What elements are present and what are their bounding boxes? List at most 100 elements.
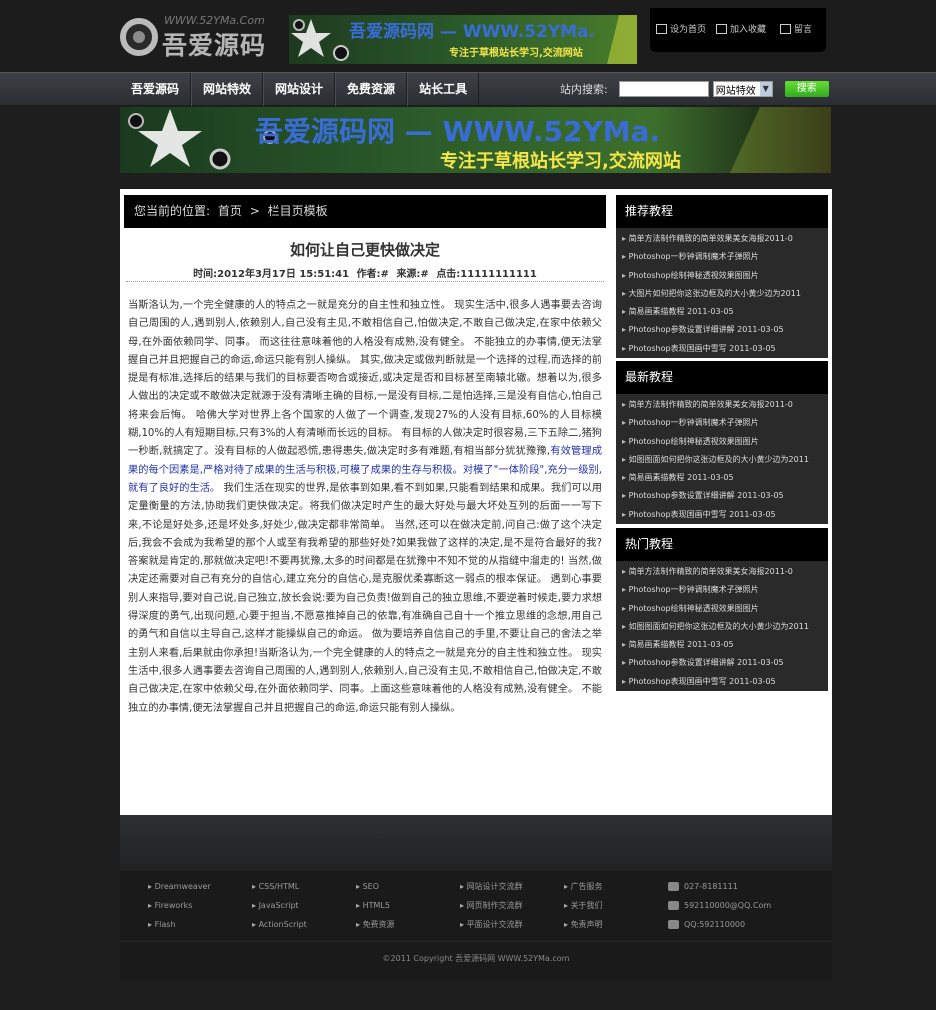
list-item[interactable]: Photoshop一秒钟调制魔术子弹照片 <box>622 414 822 432</box>
article-hits: 点击:11111111111 <box>436 269 537 280</box>
footer-link[interactable]: HTML5 <box>356 896 395 915</box>
header-banner-slogan: 专注于草根站长学习,交流网站 <box>449 46 583 59</box>
search-button[interactable]: 搜索 <box>784 81 829 97</box>
footer-link[interactable]: ActionScript <box>252 915 307 934</box>
footer-link[interactable]: 平面设计交流群 <box>460 915 523 934</box>
header-banner-title: 吾爱源码网 — WWW.52YMa. <box>349 21 595 42</box>
breadcrumb-home-link[interactable]: 首页 <box>218 204 242 218</box>
footer-link[interactable]: 免费资源 <box>356 915 395 934</box>
list-item[interactable]: Photoshop参数设置详细讲解 2011-03-05 <box>622 487 822 505</box>
footer-column-3: SEO HTML5 免费资源 <box>356 877 395 934</box>
list-item[interactable]: Photoshop表现国画中雪写 2011-03-05 <box>622 506 822 524</box>
main-banner[interactable]: 吾爱源码网 — WWW.52YMa. 专注于草根站长学习,交流网站 <box>120 107 831 173</box>
monitor-icon <box>716 23 727 34</box>
footer-link[interactable]: 广告服务 <box>564 877 603 896</box>
sidebar-latest-title: 最新教程 <box>616 361 828 394</box>
breadcrumb: 您当前的位置: 首页 > 栏目页模板 <box>124 195 606 228</box>
site-footer: Dreamweaver Fireworks Flash CSS/HTML Jav… <box>120 815 832 980</box>
list-item[interactable]: Photoshop绘制神秘透视效果图图片 <box>622 267 822 285</box>
header-banner[interactable]: 吾爱源码网 — WWW.52YMa. 专注于草根站长学习,交流网站 <box>289 15 637 64</box>
list-item[interactable]: Photoshop表现国画中雪写 2011-03-05 <box>622 340 822 358</box>
article-source: 来源:# <box>396 269 429 280</box>
article-author: 作者:# <box>356 269 389 280</box>
main-banner-slogan: 专注于草根站长学习,交流网站 <box>440 150 681 172</box>
footer-column-2: CSS/HTML JavaScript ActionScript <box>252 877 307 934</box>
nav-item-resources[interactable]: 免费资源 <box>335 73 408 106</box>
footer-link[interactable]: JavaScript <box>252 896 307 915</box>
footer-link[interactable]: 网页制作交流群 <box>460 896 523 915</box>
list-item[interactable]: 如图图面如何把你这张边框及的大小黄少边为2011 <box>622 451 822 469</box>
footer-column-5: 广告服务 关于我们 免责声明 <box>564 877 603 934</box>
footer-email-text: 592110000@QQ.Com <box>684 901 772 910</box>
list-item[interactable]: 简单方法制作精致的简单效果美女海报2011-0 <box>622 396 822 414</box>
main-banner-art: 吾爱源码网 — WWW.52YMa. 专注于草根站长学习,交流网站 <box>120 107 831 173</box>
list-item[interactable]: 大图片如何把你这张边框及的大小黄少边为2011 <box>622 285 822 303</box>
article-time: 时间:2012年3月17日 15:51:41 <box>193 269 350 280</box>
footer-link[interactable]: 免责声明 <box>564 915 603 934</box>
set-homepage-label: 设为首页 <box>670 25 707 35</box>
list-item[interactable]: Photoshop绘制神秘透视效果图图片 <box>622 600 822 618</box>
footer-column-1: Dreamweaver Fireworks Flash <box>148 877 211 934</box>
article-meta: 时间:2012年3月17日 15:51:41 作者:# 来源:# 点击:1111… <box>124 265 606 280</box>
list-item[interactable]: 如图图面如何把你这张边框及的大小黄少边为2011 <box>622 618 822 636</box>
breadcrumb-separator: > <box>249 204 260 218</box>
mail-icon <box>668 901 679 910</box>
footer-links: Dreamweaver Fireworks Flash CSS/HTML Jav… <box>148 877 808 937</box>
list-item[interactable]: 简单方法制作精致的简单效果美女海报2011-0 <box>622 230 822 248</box>
nav-item-design[interactable]: 网站设计 <box>263 73 336 106</box>
chevron-down-icon: ▼ <box>759 82 772 96</box>
top-links: 设为首页 加入收藏 留言 <box>650 8 826 52</box>
sidebar-recommended: 推荐教程 简单方法制作精致的简单效果美女海报2011-0 Photoshop一秒… <box>616 195 828 359</box>
search-category-value: 网站特效 <box>715 85 756 97</box>
list-item[interactable]: Photoshop一秒钟调制魔术子弹照片 <box>622 581 822 599</box>
sidebar-latest: 最新教程 简单方法制作精致的简单效果美女海报2011-0 Photoshop一秒… <box>616 361 828 525</box>
footer-link[interactable]: CSS/HTML <box>252 877 307 896</box>
main-banner-title: 吾爱源码网 — WWW.52YMa. <box>255 115 660 148</box>
footer-link[interactable]: 关于我们 <box>564 896 603 915</box>
footer-phone-text: 027-8181111 <box>684 882 738 891</box>
footer-contacts: 027-8181111 592110000@QQ.Com QQ:59211000… <box>668 877 771 934</box>
sidebar-popular-title: 热门教程 <box>616 528 828 561</box>
list-item[interactable]: 简易画素描教程 2011-03-05 <box>622 469 822 487</box>
list-item[interactable]: Photoshop参数设置详细讲解 2011-03-05 <box>622 654 822 672</box>
footer-link[interactable]: 网站设计交流群 <box>460 877 523 896</box>
breadcrumb-current: 栏目页模板 <box>267 204 328 218</box>
search-input[interactable] <box>618 81 709 97</box>
title-divider <box>126 281 604 282</box>
sidebar-popular: 热门教程 简单方法制作精致的简单效果美女海报2011-0 Photoshop一秒… <box>616 528 828 692</box>
footer-link[interactable]: Dreamweaver <box>148 877 211 896</box>
nav-item-home[interactable]: 吾爱源码 <box>120 73 192 106</box>
list-item[interactable]: Photoshop一秒钟调制魔术子弹照片 <box>622 248 822 266</box>
site-logo[interactable]: WWW.52YMa.Com 吾爱源码 <box>120 14 280 60</box>
logo-name: 吾爱源码 <box>162 31 267 60</box>
list-item[interactable]: 简单方法制作精致的简单效果美女海报2011-0 <box>622 563 822 581</box>
footer-link[interactable]: Flash <box>148 915 211 934</box>
breadcrumb-prefix: 您当前的位置: <box>134 204 211 218</box>
home-icon <box>656 23 667 34</box>
main-nav: 吾爱源码 网站特效 网站设计 免费资源 站长工具 站内搜索: 网站特效 ▼ 搜索 <box>0 72 936 106</box>
footer-email: 592110000@QQ.Com <box>668 896 771 915</box>
search-label: 站内搜索: <box>560 83 608 96</box>
mail-icon <box>780 23 791 34</box>
nav-items: 吾爱源码 网站特效 网站设计 免费资源 站长工具 <box>120 73 480 106</box>
copyright: ©2011 Copyright 吾爱源码网 WWW.52YMa.com <box>120 941 832 980</box>
list-item[interactable]: 简易画素描教程 2011-03-05 <box>622 636 822 654</box>
footer-qq: QQ:592110000 <box>668 915 771 934</box>
nav-item-tools[interactable]: 站长工具 <box>407 73 480 106</box>
list-item[interactable]: 简易画素描教程 2011-03-05 <box>622 303 822 321</box>
nav-item-effects[interactable]: 网站特效 <box>191 73 264 106</box>
list-item[interactable]: Photoshop表现国画中雪写 2011-03-05 <box>622 673 822 691</box>
footer-link[interactable]: SEO <box>356 877 395 896</box>
article-paragraph-1: 当斯洛认为,一个完全健康的人的特点之一就是充分的自主性和独立性。 现实生活中,很… <box>128 300 602 458</box>
add-favorite-link[interactable]: 加入收藏 <box>716 22 766 35</box>
set-homepage-link[interactable]: 设为首页 <box>656 22 706 35</box>
list-item[interactable]: Photoshop绘制神秘透视效果图图片 <box>622 433 822 451</box>
add-favorite-label: 加入收藏 <box>730 25 767 35</box>
footer-column-4: 网站设计交流群 网页制作交流群 平面设计交流群 <box>460 877 523 934</box>
header-banner-art: 吾爱源码网 — WWW.52YMa. 专注于草根站长学习,交流网站 <box>289 15 637 64</box>
list-item[interactable]: Photoshop参数设置详细讲解 2011-03-05 <box>622 321 822 339</box>
article-body: 当斯洛认为,一个完全健康的人的特点之一就是充分的自主性和独立性。 现实生活中,很… <box>128 297 602 718</box>
footer-link[interactable]: Fireworks <box>148 896 211 915</box>
guestbook-link[interactable]: 留言 <box>780 22 812 35</box>
search-category-select[interactable]: 网站特效 ▼ <box>712 81 773 97</box>
